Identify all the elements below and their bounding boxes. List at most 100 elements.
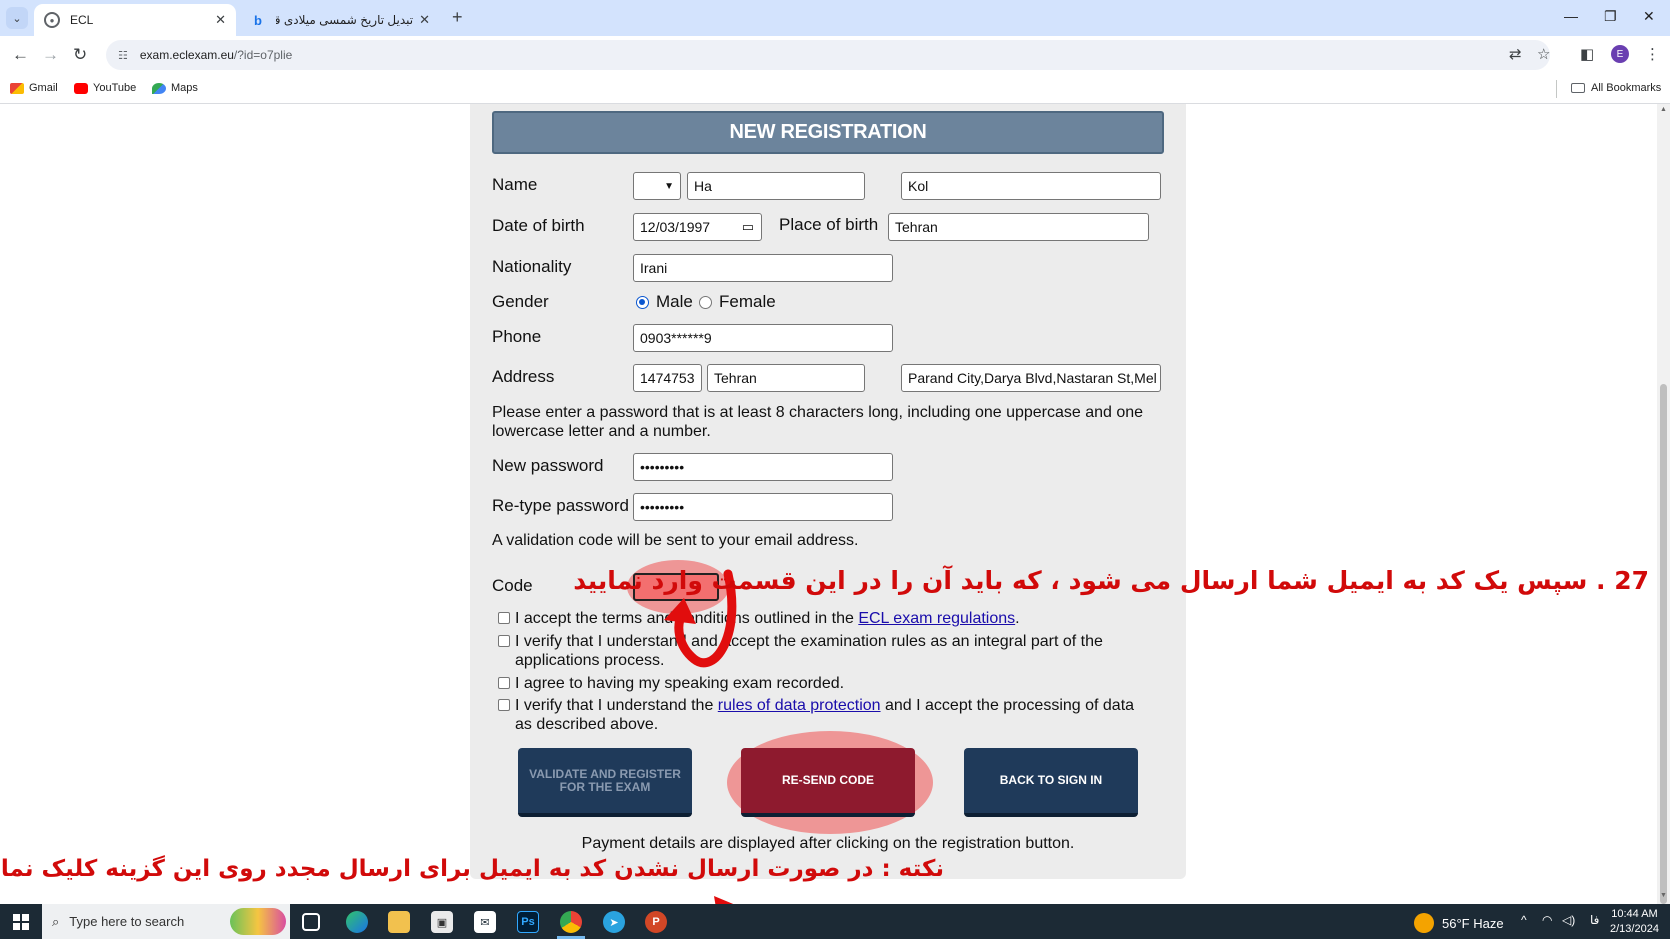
- restore-icon[interactable]: ❐: [1604, 8, 1617, 25]
- validation-note: A validation code will be sent to your e…: [492, 532, 859, 549]
- data-protection-link[interactable]: rules of data protection: [718, 697, 881, 714]
- nationality-label: Nationality: [492, 257, 572, 276]
- last-name-input[interactable]: Kol: [901, 172, 1161, 200]
- name-label: Name: [492, 175, 538, 194]
- minimize-icon[interactable]: —: [1564, 8, 1578, 24]
- first-name-input[interactable]: Ha: [687, 172, 865, 200]
- bookmark-youtube[interactable]: YouTube: [74, 82, 136, 94]
- bookmark-maps[interactable]: Maps: [152, 82, 198, 94]
- rules-checkbox[interactable]: [498, 635, 510, 647]
- title-select[interactable]: ▼: [633, 172, 681, 200]
- dob-label: Date of birth: [492, 216, 585, 235]
- clock-date: 2/13/2024: [1610, 923, 1659, 935]
- code-label: Code: [492, 576, 533, 595]
- side-panel-icon[interactable]: ◧: [1580, 45, 1594, 63]
- close-icon[interactable]: ✕: [215, 12, 226, 28]
- scroll-up-icon[interactable]: ▲: [1660, 106, 1667, 113]
- recording-checkbox[interactable]: [498, 677, 510, 689]
- powerpoint-icon[interactable]: P: [645, 911, 667, 933]
- registration-panel: NEW REGISTRATION Name ▼ Ha Kol Date of b…: [470, 104, 1186, 879]
- pob-label: Place of birth: [779, 215, 879, 234]
- bookmark-label: YouTube: [93, 82, 137, 94]
- retype-password-input[interactable]: •••••••••: [633, 493, 893, 521]
- chevron-up-icon[interactable]: ^: [1521, 913, 1527, 927]
- bookmarks-bar: Gmail YouTube Maps All Bookmarks: [0, 74, 1670, 104]
- taskbar-search[interactable]: ⌕ Type here to search: [42, 904, 290, 939]
- gender-male-label: Male: [656, 292, 693, 311]
- tab-title: ECL: [70, 13, 94, 27]
- city-input[interactable]: Tehran: [707, 364, 865, 392]
- volume-icon[interactable]: ◁): [1562, 913, 1575, 927]
- annotation-note-text: نکته : در صورت ارسال نشدن کد به ایمیل بر…: [0, 856, 944, 882]
- address-bar[interactable]: ☷ exam.eclexam.eu/?id=o7plie: [106, 40, 1550, 70]
- photoshop-icon[interactable]: Ps: [517, 911, 539, 933]
- forward-icon[interactable]: →: [42, 45, 59, 65]
- recording-text: I agree to having my speaking exam recor…: [515, 675, 845, 692]
- tab-ecl[interactable]: ● ECL ✕: [34, 4, 236, 36]
- bookmark-gmail[interactable]: Gmail: [10, 82, 58, 94]
- translate-icon[interactable]: ⇄: [1509, 45, 1522, 63]
- telegram-icon[interactable]: ➤: [603, 911, 625, 933]
- street-input[interactable]: Parand City,Darya Blvd,Nastaran St,Mel: [901, 364, 1161, 392]
- gender-female-radio[interactable]: [699, 296, 712, 309]
- store-icon[interactable]: ▣: [431, 911, 453, 933]
- gender-male-radio[interactable]: [636, 296, 649, 309]
- file-explorer-icon[interactable]: [388, 911, 410, 933]
- page-scrollbar[interactable]: ▲ ▼: [1657, 104, 1670, 904]
- gmail-icon: [10, 82, 24, 94]
- task-view-icon[interactable]: [302, 913, 320, 931]
- nationality-input[interactable]: Irani: [633, 254, 893, 282]
- tab-search-icon[interactable]: ⌄: [6, 7, 28, 29]
- close-window-icon[interactable]: ✕: [1643, 8, 1655, 25]
- pob-input[interactable]: Tehran: [888, 213, 1149, 241]
- data-protection-checkbox[interactable]: [498, 699, 510, 711]
- browser-toolbar: ← → ↻ ☷ exam.eclexam.eu/?id=o7plie: [0, 36, 1670, 74]
- weather-widget[interactable]: 56°F Haze: [1414, 913, 1504, 933]
- annotation-step-text: 27 . سپس یک کد به ایمیل شما ارسال می شود…: [573, 566, 1649, 595]
- zip-input[interactable]: 1474753: [633, 364, 702, 392]
- mail-icon[interactable]: ✉: [474, 911, 496, 933]
- menu-icon[interactable]: ⋮: [1645, 45, 1660, 63]
- terms-checkbox[interactable]: [498, 612, 510, 624]
- resend-code-button[interactable]: RE-SEND CODE: [741, 748, 915, 817]
- all-bookmarks[interactable]: All Bookmarks: [1571, 82, 1661, 94]
- new-password-label: New password: [492, 456, 604, 475]
- system-clock[interactable]: 10:44 AM 2/13/2024: [1610, 907, 1659, 937]
- globe-icon: ●: [44, 12, 60, 28]
- data-protection-text: I verify that I understand the rules of …: [515, 696, 1155, 734]
- back-to-signin-button[interactable]: BACK TO SIGN IN: [964, 748, 1138, 817]
- scroll-down-icon[interactable]: ▼: [1660, 892, 1667, 899]
- network-icon[interactable]: ◠: [1542, 913, 1552, 927]
- profile-avatar[interactable]: E: [1611, 45, 1629, 63]
- reload-icon[interactable]: ↻: [73, 45, 87, 65]
- close-icon[interactable]: ✕: [419, 12, 430, 28]
- chrome-icon[interactable]: [560, 911, 582, 933]
- new-tab-button[interactable]: +: [452, 7, 463, 28]
- edge-icon[interactable]: [346, 911, 368, 933]
- windows-start-icon[interactable]: [13, 914, 29, 930]
- scroll-thumb[interactable]: [1660, 384, 1667, 904]
- back-icon[interactable]: ←: [12, 45, 29, 65]
- bookmark-star-icon[interactable]: ☆: [1537, 45, 1550, 63]
- chevron-down-icon: ▼: [664, 180, 674, 192]
- youtube-icon: [74, 82, 88, 94]
- clock-time: 10:44 AM: [1611, 908, 1658, 920]
- rules-text: I verify that I understand and accept th…: [515, 633, 1103, 669]
- site-info-icon[interactable]: ☷: [118, 49, 128, 62]
- phone-input[interactable]: 0903******9: [633, 324, 893, 352]
- data-protection-pre: I verify that I understand the: [515, 697, 718, 714]
- dob-value: 12/03/1997: [640, 219, 711, 235]
- new-password-input[interactable]: •••••••••: [633, 453, 893, 481]
- phone-label: Phone: [492, 327, 542, 346]
- tab-title: تبدیل تاریخ شمسی میلادی قمری: [276, 13, 414, 27]
- bing-icon: b: [254, 12, 262, 28]
- password-hint: Please enter a password that is at least…: [492, 404, 1144, 440]
- bookmark-label: Gmail: [29, 82, 58, 94]
- search-placeholder: Type here to search: [69, 914, 185, 929]
- dob-input[interactable]: 12/03/1997 ▭: [633, 213, 762, 241]
- tab-date-converter[interactable]: b تبدیل تاریخ شمسی میلادی قمری ✕: [240, 4, 440, 36]
- ecl-regulations-link[interactable]: ECL exam regulations: [858, 610, 1015, 627]
- calendar-icon[interactable]: ▭: [742, 219, 754, 235]
- windows-taskbar: ⌕ Type here to search ▣ ✉ Ps ➤ P 56°F Ha…: [0, 904, 1670, 939]
- input-language[interactable]: فا: [1590, 913, 1599, 927]
